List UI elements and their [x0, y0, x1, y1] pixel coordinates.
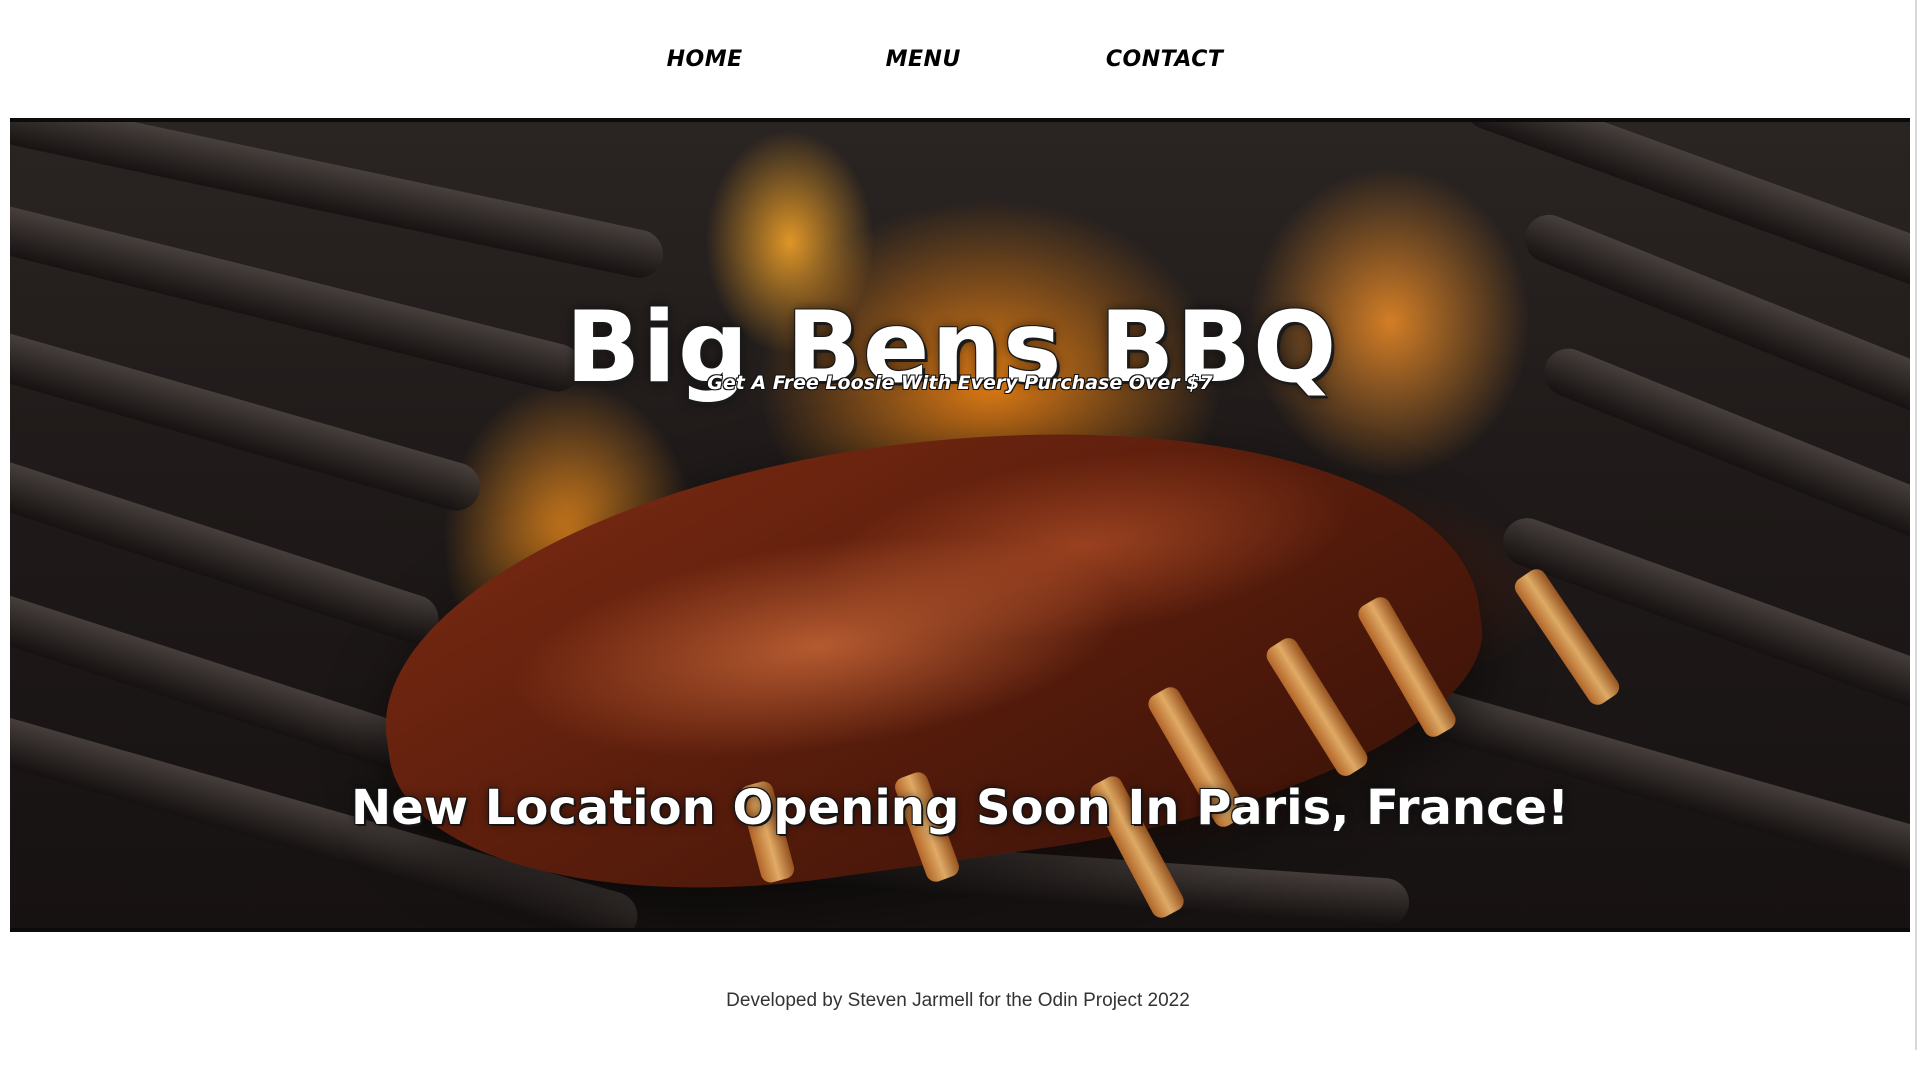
page: HOME MENU CONTACT Big Bens BBQ Get A Fre… [0, 0, 1920, 1080]
hero-banner: Big Bens BBQ Get A Free Loosie With Ever… [10, 118, 1910, 932]
promo-tagline: Get A Free Loosie With Every Purchase Ov… [707, 372, 1213, 394]
top-navigation: HOME MENU CONTACT [0, 0, 1920, 118]
nav-link-contact[interactable]: CONTACT [1106, 47, 1224, 72]
footer-credit: Developed by Steven Jarmell for the Odin… [726, 990, 1190, 1011]
nav-list: HOME MENU CONTACT [667, 47, 1224, 72]
site-footer: Developed by Steven Jarmell for the Odin… [0, 990, 1920, 1012]
new-location-announcement: New Location Opening Soon In Paris, Fran… [351, 780, 1569, 836]
window-edge [1915, 0, 1917, 1050]
nav-link-menu[interactable]: MENU [886, 47, 961, 72]
nav-link-home[interactable]: HOME [667, 47, 743, 72]
